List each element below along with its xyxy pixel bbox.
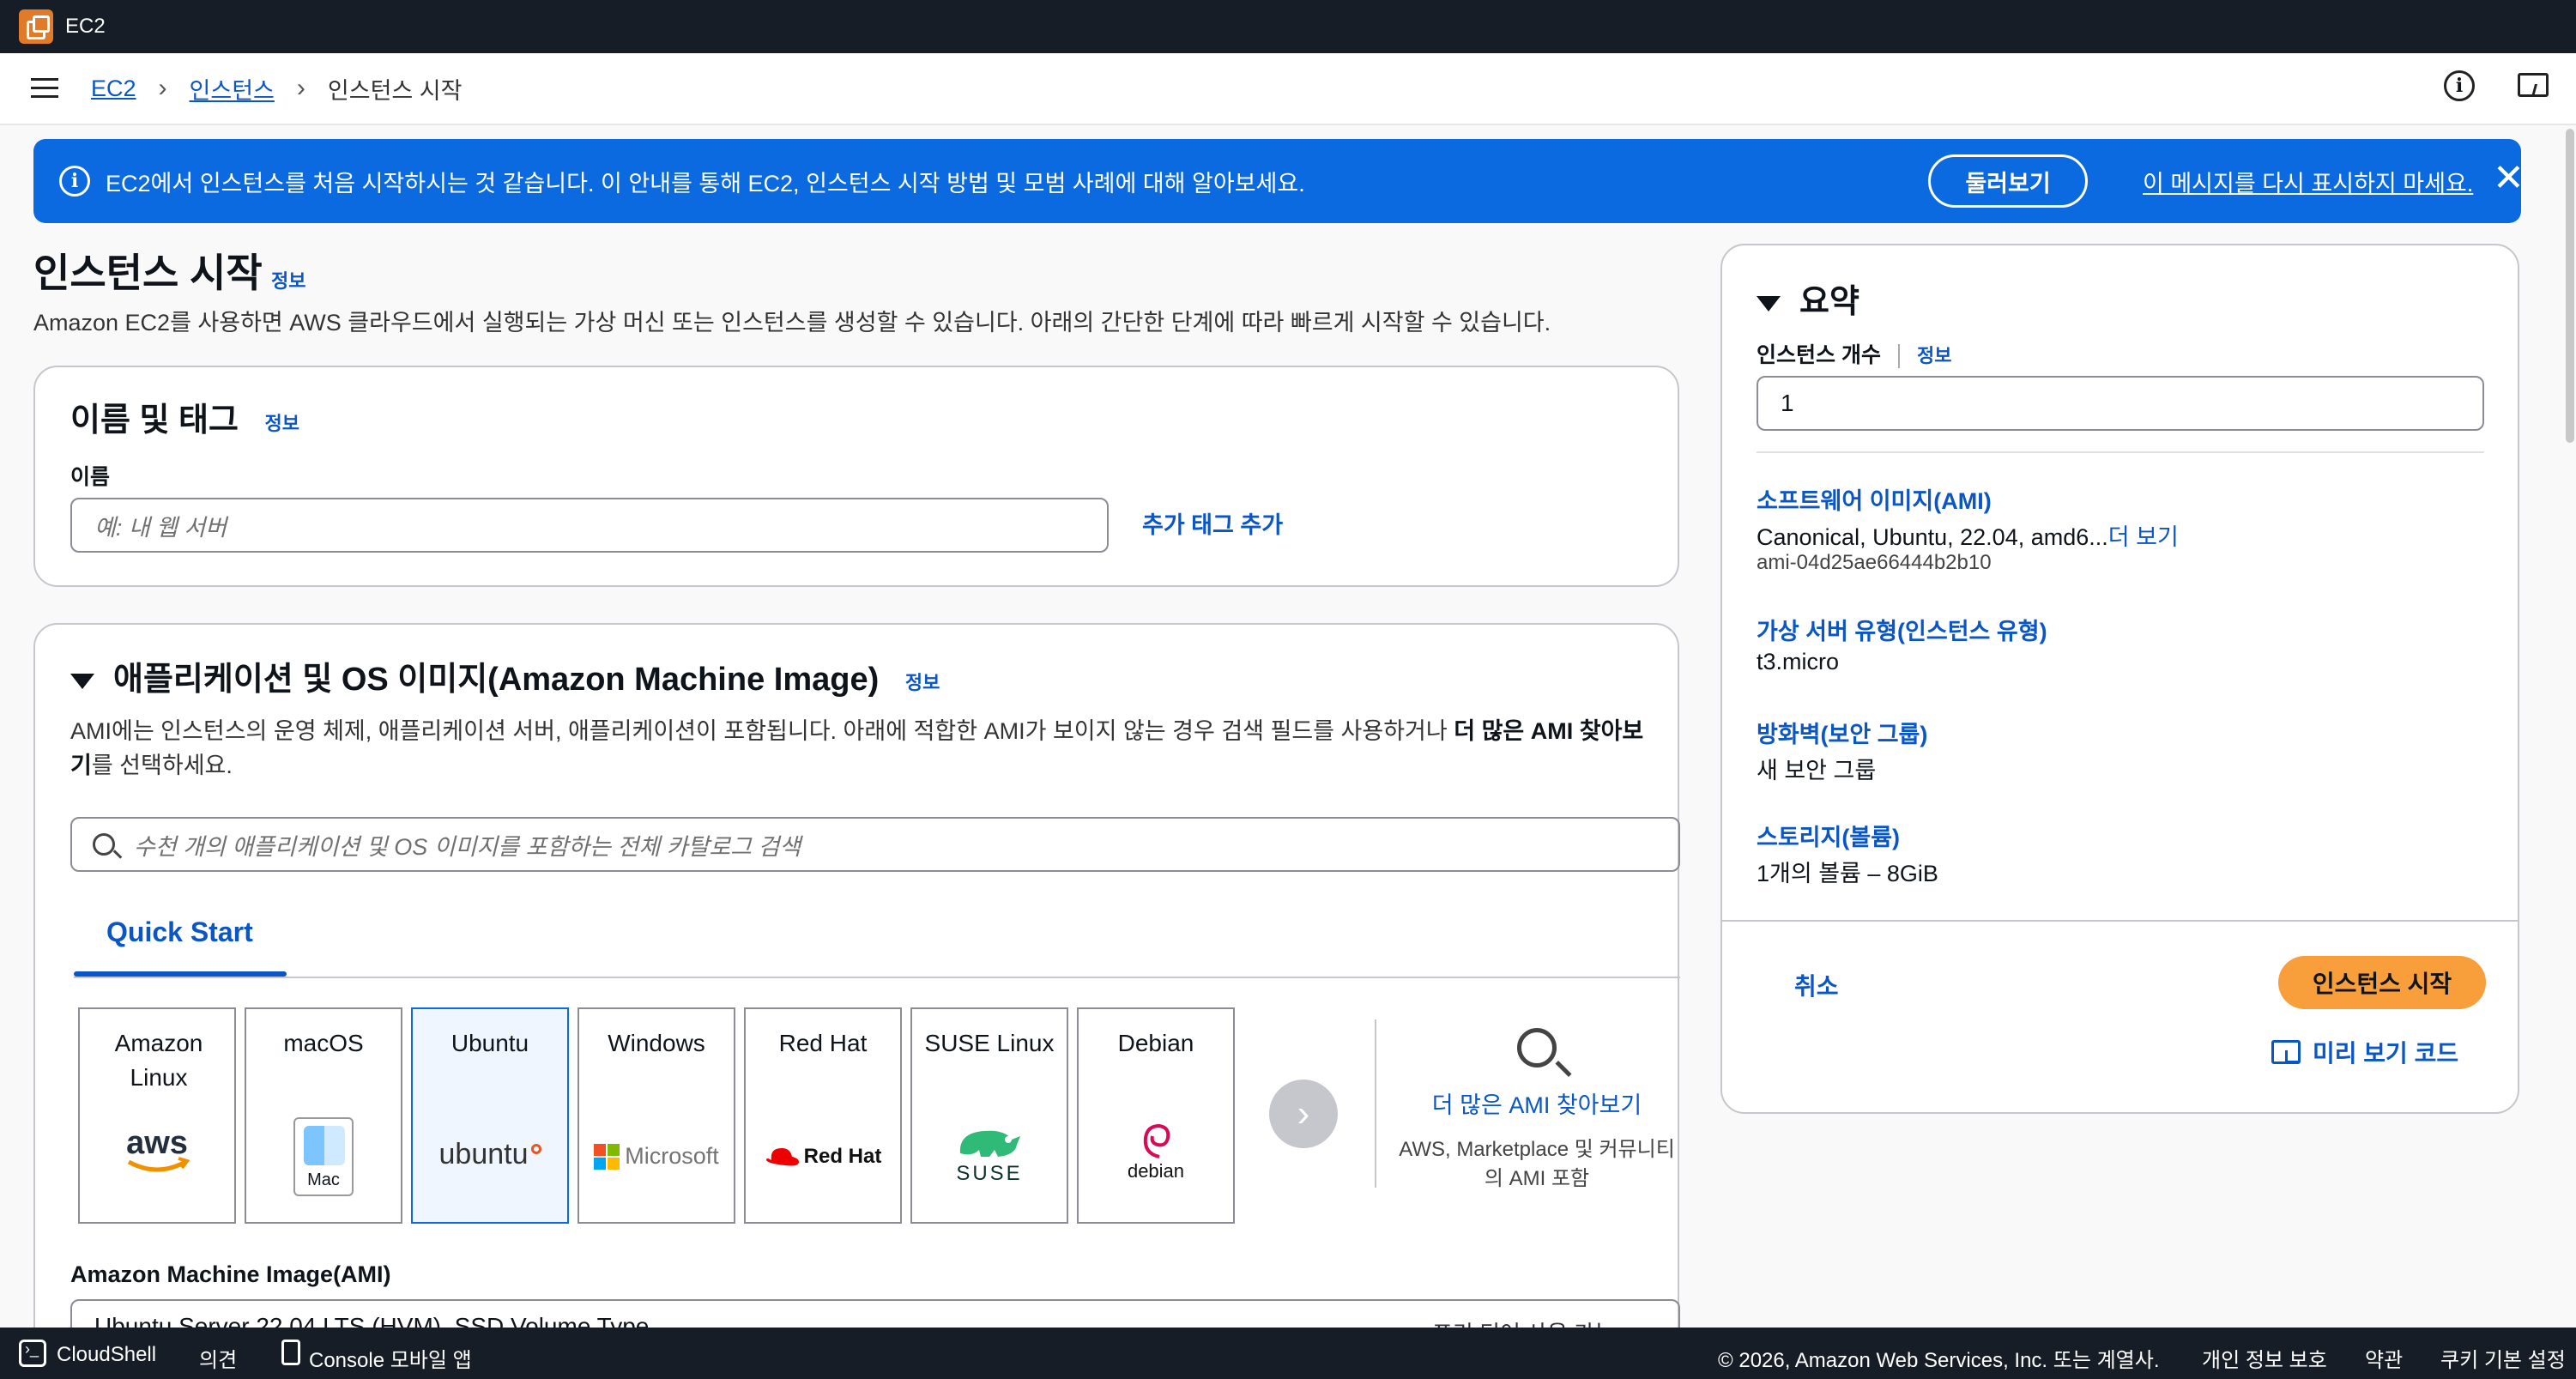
instance-count-input[interactable]: 1 [1757, 376, 2484, 431]
info-icon[interactable]: i [2444, 70, 2475, 101]
breadcrumb-instances[interactable]: 인스턴스 [190, 72, 275, 106]
breadcrumb-current: 인스턴스 시작 [327, 77, 463, 104]
microsoft-logo-icon: Microsoft [579, 1143, 734, 1170]
preview-code-button[interactable]: 미리 보기 코드 [2271, 1035, 2458, 1069]
info-icon: i [59, 166, 90, 197]
ec2-logo-icon[interactable] [19, 9, 53, 44]
browse-more-link[interactable]: 더 많은 AMI 찾아보기 [1391, 1086, 1683, 1120]
browse-more-amis[interactable]: 더 많은 AMI 찾아보기 AWS, Marketplace 및 커뮤니티의 A… [1391, 1019, 1683, 1194]
tab-quick-start[interactable]: Quick Start [106, 916, 253, 948]
instance-count-label: 인스턴스 개수 정보 [1757, 343, 1952, 369]
software-image-value: Canonical, Ubuntu, 22.04, amd6...더 보기 [1757, 524, 2179, 550]
name-tags-info-link[interactable]: 정보 [264, 413, 299, 434]
flash-message: EC2에서 인스턴스를 처음 시작하시는 것 같습니다. 이 안내를 통해 EC… [106, 170, 1305, 197]
os-card-redhat[interactable]: Red Hat Red Hat [744, 1007, 902, 1224]
search-icon [93, 833, 115, 856]
ami-select-label: Amazon Machine Image(AMI) [70, 1261, 391, 1287]
chevron-right-icon: › [158, 74, 167, 102]
page-scrollbar[interactable] [2566, 129, 2574, 443]
menu-icon[interactable] [31, 78, 58, 99]
terms-link[interactable]: 약관 [2365, 1343, 2403, 1373]
divider [1757, 451, 2484, 453]
os-card-macos[interactable]: macOS Mac [245, 1007, 402, 1224]
storage-value: 1개의 볼륨 – 8GiB [1757, 861, 1938, 886]
os-card-ubuntu[interactable]: Ubuntu ubuntu [411, 1007, 569, 1224]
copyright: © 2026, Amazon Web Services, Inc. 또는 계열사… [1718, 1349, 2160, 1372]
feedback-link[interactable]: 의견 [199, 1343, 237, 1373]
page-title: 인스턴스 시작 [33, 251, 263, 295]
name-and-tags-panel: 이름 및 태그 정보 이름 예: 내 웹 서버 추가 태그 추가 [33, 366, 1679, 587]
top-navigation: EC2 [0, 0, 2576, 53]
software-image-link[interactable]: 소프트웨어 이미지(AMI) [1757, 482, 1992, 516]
footer: CloudShell 의견 Console 모바일 앱 © 2026, Amaz… [0, 1328, 2576, 1379]
breadcrumb-bar: EC2 › 인스턴스 › 인스턴스 시작 i [0, 53, 2576, 125]
redhat-logo-icon: Red Hat [746, 1143, 900, 1170]
mobile-app-icon[interactable] [281, 1340, 300, 1365]
launch-instance-button[interactable]: 인스턴스 시작 [2278, 956, 2486, 1009]
mac-finder-icon: Mac [246, 1117, 401, 1196]
os-card-amazon-linux[interactable]: Amazon Linux aws [78, 1007, 236, 1224]
ami-search-input[interactable]: 수천 개의 애플리케이션 및 OS 이미지를 포함하는 전체 카탈로그 검색 [70, 817, 1680, 872]
caret-down-icon[interactable] [70, 673, 94, 689]
cancel-button[interactable]: 취소 [1794, 968, 1839, 1002]
storage-link[interactable]: 스토리지(볼륨) [1757, 819, 1900, 852]
mobile-app-link[interactable]: Console 모바일 앱 [309, 1343, 472, 1373]
name-label: 이름 [70, 465, 111, 489]
aws-logo-icon: aws [80, 1124, 234, 1177]
debian-logo-icon: debian [1079, 1121, 1233, 1182]
browse-more-subtext: AWS, Marketplace 및 커뮤니티의 AMI 포함 [1399, 1138, 1675, 1190]
os-card-suse[interactable]: SUSE Linux SUSE [910, 1007, 1068, 1224]
ami-info-link[interactable]: 정보 [905, 672, 940, 693]
preferences-icon[interactable] [2518, 70, 2549, 101]
add-tags-link[interactable]: 추가 태그 추가 [1142, 506, 1283, 540]
breadcrumb-ec2[interactable]: EC2 [91, 76, 136, 102]
ami-panel: 애플리케이션 및 OS 이미지(Amazon Machine Image) 정보… [33, 623, 1680, 1379]
close-icon[interactable]: ✕ [2493, 158, 2525, 199]
software-image-id: ami-04d25ae66444b2b10 [1757, 551, 1992, 574]
security-group-value: 새 보안 그룹 [1757, 758, 1877, 783]
suse-logo-icon: SUSE [912, 1124, 1067, 1186]
tab-divider [74, 977, 1680, 978]
dismiss-link[interactable]: 이 메시지를 다시 표시하지 마세요. [2143, 165, 2473, 198]
welcome-flash-banner: i EC2에서 인스턴스를 처음 시작하시는 것 같습니다. 이 안내를 통해 … [33, 139, 2525, 223]
ubuntu-logo-icon: ubuntu [413, 1138, 567, 1171]
instance-type-link[interactable]: 가상 서버 유형(인스턴스 유형) [1757, 613, 2047, 646]
service-name[interactable]: EC2 [65, 15, 106, 39]
chevron-right-icon: › [296, 74, 305, 102]
cloudshell-link[interactable]: CloudShell [57, 1343, 156, 1367]
search-icon [1517, 1028, 1557, 1068]
summary-title[interactable]: 요약 [1757, 275, 1859, 322]
privacy-link[interactable]: 개인 정보 보호 [2202, 1343, 2327, 1373]
next-os-button[interactable]: › [1269, 1080, 1338, 1148]
svg-text:aws: aws [126, 1125, 188, 1161]
ami-description: AMI에는 인스턴스의 운영 체제, 애플리케이션 서버, 애플리케이션이 포함… [70, 718, 1644, 778]
cookie-preferences-link[interactable]: 쿠키 기본 설정 [2440, 1343, 2566, 1373]
cloudshell-icon[interactable] [19, 1340, 46, 1367]
name-input[interactable]: 예: 내 웹 서버 [70, 498, 1109, 553]
os-card-windows[interactable]: Windows Microsoft [577, 1007, 735, 1224]
tour-button[interactable]: 둘러보기 [1928, 154, 2088, 208]
divider [1722, 920, 2518, 922]
caret-down-icon[interactable] [1757, 295, 1781, 311]
security-group-link[interactable]: 방화벽(보안 그룹) [1757, 716, 1927, 749]
page-description: Amazon EC2를 사용하면 AWS 클라우드에서 실행되는 가상 머신 또… [33, 310, 1551, 336]
os-card-debian[interactable]: Debian debian [1077, 1007, 1235, 1224]
instance-type-value: t3.micro [1757, 649, 1840, 674]
summary-panel: 요약 인스턴스 개수 정보 1 소프트웨어 이미지(AMI) Canonical,… [1720, 244, 2519, 1114]
ami-title[interactable]: 애플리케이션 및 OS 이미지(Amazon Machine Image) 정보 [70, 652, 940, 699]
name-tags-title: 이름 및 태그 정보 [70, 402, 299, 438]
page-info-link[interactable]: 정보 [271, 266, 305, 293]
instance-count-info-link[interactable]: 정보 [1917, 345, 1951, 366]
software-more-link[interactable]: 더 보기 [2108, 524, 2179, 550]
divider [1375, 1019, 1376, 1188]
code-preview-icon [2271, 1038, 2301, 1066]
